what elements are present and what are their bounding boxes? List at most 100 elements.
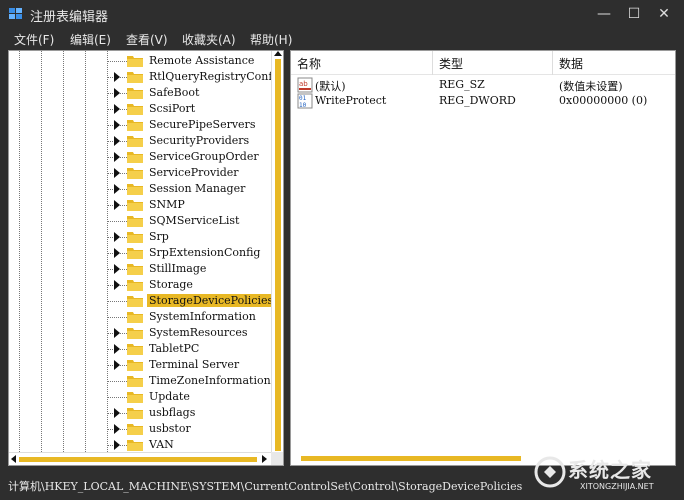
tree-item-label: Terminal Server (149, 358, 240, 371)
tree-item[interactable]: SystemInformation (9, 309, 271, 325)
tree-item[interactable]: SecurePipeServers (9, 117, 271, 133)
menu-file[interactable]: 文件(F) (14, 31, 54, 48)
expand-arrow-icon[interactable] (114, 440, 120, 450)
tree-item[interactable]: VAN (9, 437, 271, 453)
expand-arrow-icon[interactable] (114, 88, 120, 98)
expand-arrow-icon[interactable] (114, 104, 120, 114)
maximize-button[interactable]: ☐ (620, 2, 648, 26)
tree-item[interactable]: Update (9, 389, 271, 405)
tree-item[interactable]: ScsiPort (9, 101, 271, 117)
expand-arrow-icon[interactable] (114, 152, 120, 162)
expand-arrow-icon[interactable] (114, 264, 120, 274)
folder-icon (127, 280, 143, 291)
tree-item-label: StillImage (149, 262, 207, 275)
tree-item-label: SrpExtensionConfig (149, 246, 261, 259)
tree-item-label: SafeBoot (149, 86, 200, 99)
expand-arrow-icon[interactable] (114, 280, 120, 290)
expand-arrow-icon[interactable] (114, 168, 120, 178)
value-row[interactable]: ab (默认) REG_SZ (数值未设置) (291, 77, 675, 93)
tree-item[interactable]: TabletPC (9, 341, 271, 357)
menu-edit[interactable]: 编辑(E) (70, 31, 111, 48)
menu-help[interactable]: 帮助(H) (250, 31, 292, 48)
expand-arrow-icon[interactable] (114, 120, 120, 130)
folder-icon (127, 360, 143, 371)
folder-icon (127, 152, 143, 163)
tree-item-label: Storage (149, 278, 193, 291)
tree-item[interactable]: Storage (9, 277, 271, 293)
tree-item-label: SecurityProviders (149, 134, 250, 147)
expand-arrow-icon[interactable] (114, 184, 120, 194)
tree-item-label: Srp (149, 230, 169, 243)
value-data: (数值未设置) (559, 80, 623, 93)
tree-item-label: ScsiPort (149, 102, 196, 115)
menu-bar: 文件(F) 编辑(E) 查看(V) 收藏夹(A) 帮助(H) (0, 28, 684, 50)
tree-item[interactable]: SecurityProviders (9, 133, 271, 149)
expand-arrow-icon[interactable] (114, 360, 120, 370)
tree-item[interactable]: ServiceGroupOrder (9, 149, 271, 165)
tree-item-label: VAN (149, 438, 174, 451)
value-type: REG_DWORD (439, 94, 516, 107)
tree-item[interactable]: SrpExtensionConfig (9, 245, 271, 261)
expand-arrow-icon[interactable] (114, 248, 120, 258)
expand-arrow-icon[interactable] (114, 424, 120, 434)
folder-icon (127, 408, 143, 419)
expand-arrow-icon[interactable] (114, 344, 120, 354)
expand-arrow-icon[interactable] (114, 136, 120, 146)
tree-item-label: SystemInformation (149, 310, 256, 323)
minimize-button[interactable]: — (590, 2, 618, 26)
tree-item[interactable]: ServiceProvider (9, 165, 271, 181)
scroll-corner (271, 452, 283, 465)
tree-item[interactable]: SystemResources (9, 325, 271, 341)
tree-item-label: StorageDevicePolicies (147, 294, 276, 307)
scroll-thumb[interactable] (19, 457, 257, 462)
tree-item[interactable]: TimeZoneInformation (9, 373, 271, 389)
column-header-name[interactable]: 名称 (291, 51, 433, 75)
tree-item[interactable]: SafeBoot (9, 85, 271, 101)
tree-vertical-scrollbar[interactable] (271, 51, 283, 452)
tree-item[interactable]: RtlQueryRegistryConf (9, 69, 272, 85)
menu-view[interactable]: 查看(V) (126, 31, 168, 48)
scroll-thumb[interactable] (275, 59, 281, 451)
value-type: REG_SZ (439, 78, 485, 91)
tree-item[interactable]: Remote Assistance (9, 53, 271, 69)
tree-item[interactable]: Session Manager (9, 181, 271, 197)
tree-item-label: Session Manager (149, 182, 246, 195)
column-headers: 名称 类型 数据 (291, 51, 675, 75)
folder-icon (127, 72, 143, 83)
tree-item[interactable]: usbstor (9, 421, 271, 437)
tree-item[interactable]: StillImage (9, 261, 271, 277)
tree-connector-line (107, 381, 127, 382)
tree-item[interactable]: Srp (9, 229, 271, 245)
scroll-left-arrow-icon[interactable] (11, 455, 16, 463)
expand-arrow-icon[interactable] (114, 232, 120, 242)
folder-icon (127, 104, 143, 115)
key-tree-pane: Remote Assistance RtlQueryRegistryConf Saf… (8, 50, 284, 466)
tree-item-label: TabletPC (149, 342, 200, 355)
tree-item[interactable]: Terminal Server (9, 357, 271, 373)
expand-arrow-icon[interactable] (114, 72, 120, 82)
value-name: (默认) (315, 80, 346, 93)
expand-arrow-icon[interactable] (114, 328, 120, 338)
svg-text:ab: ab (299, 80, 308, 88)
tree-horizontal-scrollbar[interactable] (9, 452, 271, 465)
svg-text:01: 01 (299, 95, 307, 102)
folder-icon (127, 312, 143, 323)
column-header-data[interactable]: 数据 (553, 51, 675, 75)
value-row[interactable]: 01 10 WriteProtect REG_DWORD 0x00000000 … (291, 93, 675, 109)
values-pane: 名称 类型 数据 ab (默认) REG_SZ (数值未设置) 01 10 Wr… (290, 50, 676, 466)
expand-arrow-icon[interactable] (114, 200, 120, 210)
tree-item[interactable]: usbflags (9, 405, 271, 421)
scroll-up-arrow-icon[interactable] (274, 51, 282, 56)
close-button[interactable]: ✕ (650, 2, 678, 26)
tree-item[interactable]: SQMServiceList (9, 213, 271, 229)
folder-icon (127, 216, 143, 227)
scroll-right-arrow-icon[interactable] (262, 455, 267, 463)
tree-connector-line (107, 61, 127, 62)
column-header-type[interactable]: 类型 (433, 51, 553, 75)
folder-icon (127, 392, 143, 403)
tree-item[interactable]: StorageDevicePolicies (9, 293, 276, 309)
menu-favorites[interactable]: 收藏夹(A) (182, 31, 236, 48)
scroll-thumb[interactable] (301, 456, 521, 461)
expand-arrow-icon[interactable] (114, 408, 120, 418)
tree-item[interactable]: SNMP (9, 197, 271, 213)
